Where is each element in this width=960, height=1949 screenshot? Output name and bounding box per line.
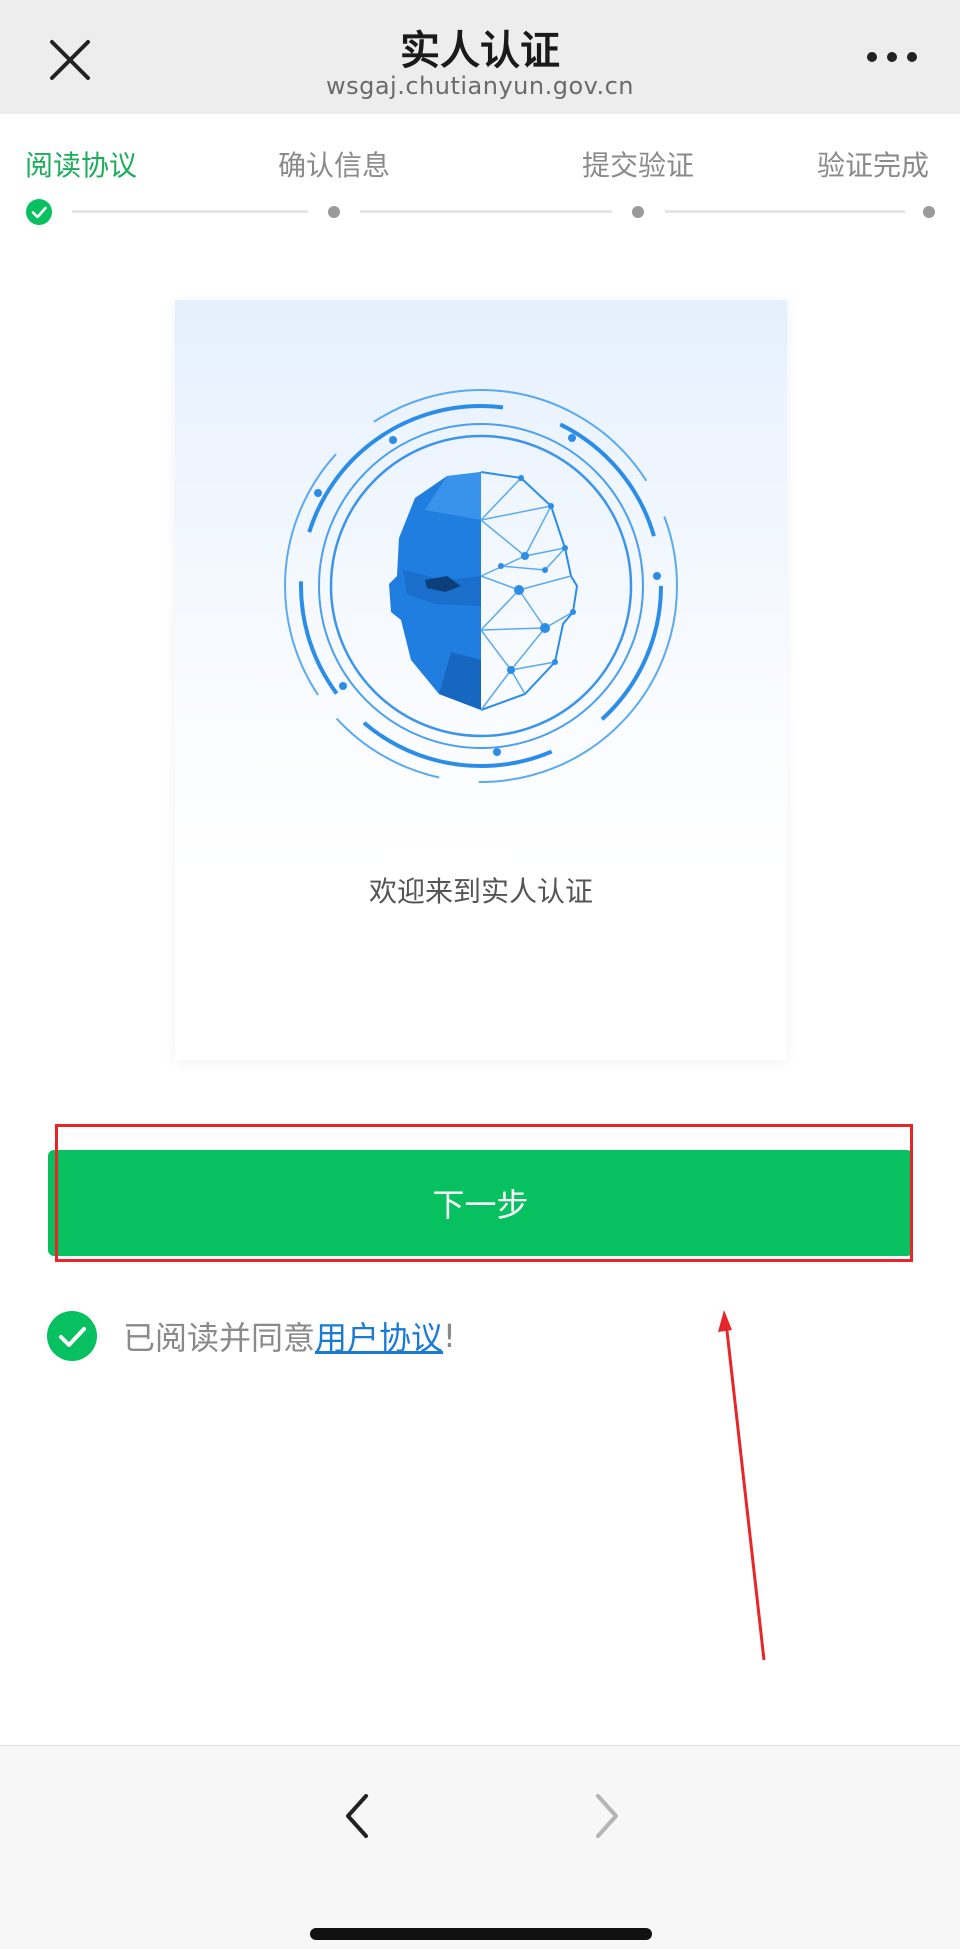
forward-button — [578, 1786, 634, 1846]
next-step-button[interactable]: 下一步 — [48, 1150, 913, 1256]
face-scan-illustration — [284, 389, 678, 783]
agreement-checkbox[interactable] — [47, 1311, 97, 1361]
home-indicator — [310, 1928, 652, 1940]
step-dot-confirm — [328, 206, 340, 218]
more-dots-icon — [867, 52, 917, 62]
top-bar: 实人认证 wsgaj.chutianyun.gov.cn — [0, 0, 960, 114]
welcome-card: 欢迎来到实人认证 — [175, 300, 787, 1060]
agreement-row: 已阅读并同意 用户协议! — [47, 1311, 456, 1361]
step-label-confirm: 确认信息 — [278, 149, 391, 182]
annotation-arrow — [718, 1310, 766, 1661]
step-connector — [360, 210, 612, 213]
step-connector — [72, 210, 308, 213]
user-agreement-link[interactable]: 用户协议 — [315, 1313, 443, 1359]
step-label-submit: 提交验证 — [582, 149, 695, 182]
step-done-check-icon — [26, 199, 52, 225]
bottom-nav-bar — [0, 1745, 960, 1949]
agreement-suffix: ! — [443, 1317, 456, 1355]
step-connector — [665, 210, 905, 213]
back-button[interactable] — [330, 1786, 386, 1846]
page-domain: wsgaj.chutianyun.gov.cn — [325, 72, 635, 100]
agreement-prefix: 已阅读并同意 — [123, 1319, 316, 1357]
chevron-left-icon — [346, 1794, 368, 1838]
more-button[interactable] — [862, 42, 922, 72]
step-label-read: 阅读协议 — [25, 149, 138, 182]
step-dot-complete — [923, 206, 935, 218]
chevron-right-icon — [596, 1794, 618, 1838]
page-title: 实人认证 — [400, 28, 560, 74]
step-dot-submit — [632, 206, 644, 218]
step-label-complete: 验证完成 — [817, 149, 930, 182]
welcome-text: 欢迎来到实人认证 — [368, 875, 593, 908]
